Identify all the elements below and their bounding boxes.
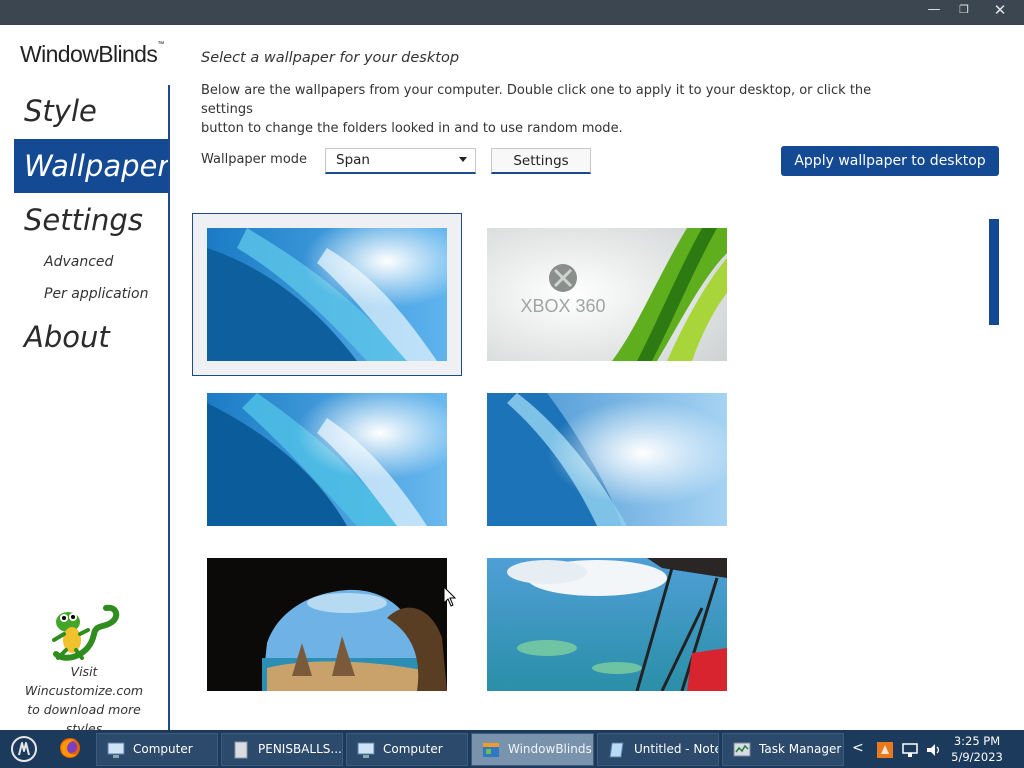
taskbar: Computer PENISBALLS.... Computer WindowB… <box>0 730 1024 768</box>
taskbar-item-computer-1[interactable]: Computer <box>96 733 218 766</box>
tray-app-icon[interactable] <box>876 741 894 759</box>
nav-wallpaper[interactable]: Wallpaper <box>14 139 169 193</box>
network-icon[interactable] <box>901 741 919 759</box>
svg-text:XBOX 360: XBOX 360 <box>520 296 605 316</box>
wallpaper-thumbnail-xbox-360[interactable]: XBOX 360 <box>487 228 727 361</box>
nav-advanced[interactable]: Advanced <box>44 254 113 270</box>
apply-wallpaper-button[interactable]: Apply wallpaper to desktop <box>781 146 999 176</box>
settings-button[interactable]: Settings <box>491 148 591 174</box>
close-button[interactable]: ✕ <box>982 0 1018 22</box>
nav-about[interactable]: About <box>14 310 168 364</box>
system-clock[interactable]: 3:25 PM 5/9/2023 <box>948 733 1006 765</box>
firefox-icon[interactable] <box>58 736 82 760</box>
wallpaper-list-scrollbar[interactable] <box>989 219 999 325</box>
taskbar-item-task-manager[interactable]: Task Manager <box>722 733 844 766</box>
wallpaper-thumbnail-wave-1[interactable] <box>207 228 447 361</box>
minimize-button[interactable]: — <box>920 0 948 22</box>
notepad-icon <box>609 742 624 758</box>
computer-icon <box>357 742 375 758</box>
maximize-button[interactable]: ❐ <box>950 0 978 22</box>
task-manager-icon <box>733 742 751 757</box>
page-description: Below are the wallpapers from your compu… <box>201 83 872 136</box>
taskbar-item-penisballs[interactable]: PENISBALLS.... <box>221 733 343 766</box>
chevron-down-icon <box>459 157 467 162</box>
wallpaper-thumbnail-wave-2[interactable] <box>207 393 447 526</box>
taskbar-item-computer-2[interactable]: Computer <box>346 733 468 766</box>
document-icon <box>234 741 248 759</box>
wallpaper-mode-label: Wallpaper mode <box>201 152 308 167</box>
computer-icon <box>107 742 125 758</box>
volume-icon[interactable] <box>925 741 943 759</box>
sidebar-divider <box>168 85 170 730</box>
mouse-cursor-icon <box>443 586 457 607</box>
wallpaper-mode-select[interactable]: Span <box>325 148 476 174</box>
taskbar-item-notepad[interactable]: Untitled - Note... <box>597 733 719 766</box>
nav-style[interactable]: Style <box>14 84 168 138</box>
app-logo: WindowBlinds™ <box>20 41 164 67</box>
wallpaper-mode-value: Span <box>336 152 370 168</box>
windowblinds-icon <box>483 743 499 757</box>
nav-per-application[interactable]: Per application <box>44 286 149 302</box>
gecko-icon[interactable] <box>46 600 122 662</box>
title-bar: — ❐ ✕ <box>0 0 1024 25</box>
tray-expand-button[interactable]: < <box>852 740 864 756</box>
promo-text[interactable]: Visit Wincustomize.com to download more … <box>10 662 158 738</box>
taskbar-item-windowblinds[interactable]: WindowBlinds ... <box>471 733 594 766</box>
start-orb-icon[interactable] <box>10 735 38 763</box>
page-title: Select a wallpaper for your desktop <box>201 50 460 66</box>
nav-settings[interactable]: Settings <box>14 193 168 247</box>
wallpaper-thumbnail-aerial-ocean[interactable] <box>487 558 727 691</box>
wallpaper-thumbnail-cave-beach[interactable] <box>207 558 447 691</box>
wallpaper-thumbnail-wave-3[interactable] <box>487 393 727 526</box>
